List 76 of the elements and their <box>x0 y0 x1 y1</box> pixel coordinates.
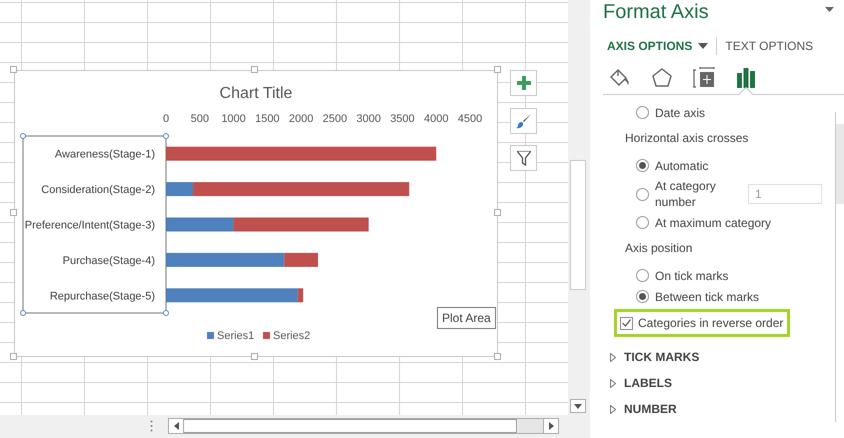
bar-chart-icon <box>735 67 757 89</box>
radio-button[interactable] <box>636 216 649 229</box>
legend-swatch <box>263 332 270 339</box>
scroll-left-button[interactable] <box>168 418 184 434</box>
category-label: Awareness(Stage-1) <box>54 148 155 161</box>
radio-button[interactable] <box>636 269 649 282</box>
expand-icon <box>610 404 616 414</box>
option-label: Date axis <box>655 104 706 122</box>
scroll-thumb[interactable] <box>182 419 517 433</box>
brush-icon <box>516 113 532 129</box>
category-label: Preference/Intent(Stage-3) <box>24 220 155 232</box>
option-label: At category number <box>655 178 717 210</box>
legend-swatch <box>207 332 214 339</box>
option-label: Between tick marks <box>655 288 760 306</box>
resize-handle[interactable] <box>10 66 17 73</box>
tick-label: 4000 <box>424 113 448 125</box>
section-header[interactable]: TICK MARKS <box>590 344 706 370</box>
tick-label: 3500 <box>390 113 415 125</box>
radio-button[interactable] <box>636 290 649 303</box>
plus-icon <box>516 76 530 90</box>
legend-label: Series1 <box>217 330 254 342</box>
checkbox-label: Categories in reverse order <box>638 315 784 332</box>
filter-icon <box>516 150 530 166</box>
pane-title: Format Axis <box>602 0 709 24</box>
radio-button[interactable] <box>636 159 649 172</box>
chart-styles-button[interactable] <box>510 108 537 134</box>
resize-handle[interactable] <box>10 209 17 216</box>
resize-handle[interactable] <box>251 66 258 73</box>
tab[interactable]: TEXT OPTIONS <box>725 38 814 52</box>
resize-handle[interactable] <box>494 209 501 216</box>
resize-handle[interactable] <box>494 66 501 73</box>
tick-label: 0 <box>162 113 170 125</box>
section-label: Horizontal axis crosses <box>625 130 748 147</box>
resize-handle[interactable] <box>251 353 258 360</box>
category-label: Consideration(Stage-2) <box>41 184 155 196</box>
resize-handle[interactable] <box>10 353 17 360</box>
scroll-thumb[interactable] <box>836 124 844 204</box>
legend-label: Series2 <box>273 330 310 342</box>
checkbox[interactable] <box>620 316 633 330</box>
expand-icon <box>610 352 616 362</box>
tab[interactable]: AXIS OPTIONS <box>607 38 692 52</box>
tick-label: 3000 <box>356 113 381 125</box>
right-arrow-icon <box>548 422 554 430</box>
size-properties-icon <box>693 67 715 89</box>
tick-label: 2000 <box>288 113 314 125</box>
left-arrow-icon <box>174 422 178 430</box>
section-header[interactable]: NUMBER <box>590 396 683 420</box>
radio-button[interactable] <box>636 188 649 200</box>
tick-label: 1500 <box>255 113 280 125</box>
tick-label: 2500 <box>322 113 348 125</box>
section-label: Axis position <box>625 240 692 257</box>
category-label: Repurchase(Stage-5) <box>50 290 155 302</box>
expand-icon <box>610 378 616 388</box>
category-label: Purchase(Stage-4) <box>62 254 155 267</box>
section-header[interactable]: LABELS <box>590 370 678 396</box>
tick-label: 500 <box>190 113 209 125</box>
scroll-thumb[interactable] <box>570 160 586 290</box>
splitter-icon[interactable] <box>150 420 153 432</box>
scroll-right-button[interactable] <box>543 418 559 434</box>
chart-title[interactable]: Chart Title <box>220 85 292 102</box>
scroll-down-button[interactable] <box>570 399 586 413</box>
dropdown-caret-icon[interactable] <box>698 42 708 48</box>
option-label: On tick marks <box>655 268 728 284</box>
option-label: Automatic <box>655 158 708 174</box>
tooltip: Plot Area <box>437 307 496 329</box>
pentagon-icon <box>651 67 673 89</box>
down-arrow-icon <box>574 404 582 408</box>
tick-label: 1000 <box>221 113 246 125</box>
resize-handle[interactable] <box>494 353 501 360</box>
tick-label: 4500 <box>458 113 482 125</box>
dropdown-icon[interactable] <box>825 7 834 12</box>
chart-filters-button[interactable] <box>510 145 537 171</box>
add-element-button[interactable] <box>510 70 537 96</box>
axis-selection-box[interactable] <box>20 133 169 316</box>
option-label: At maximum category <box>655 214 772 232</box>
radio-button[interactable] <box>636 106 649 119</box>
